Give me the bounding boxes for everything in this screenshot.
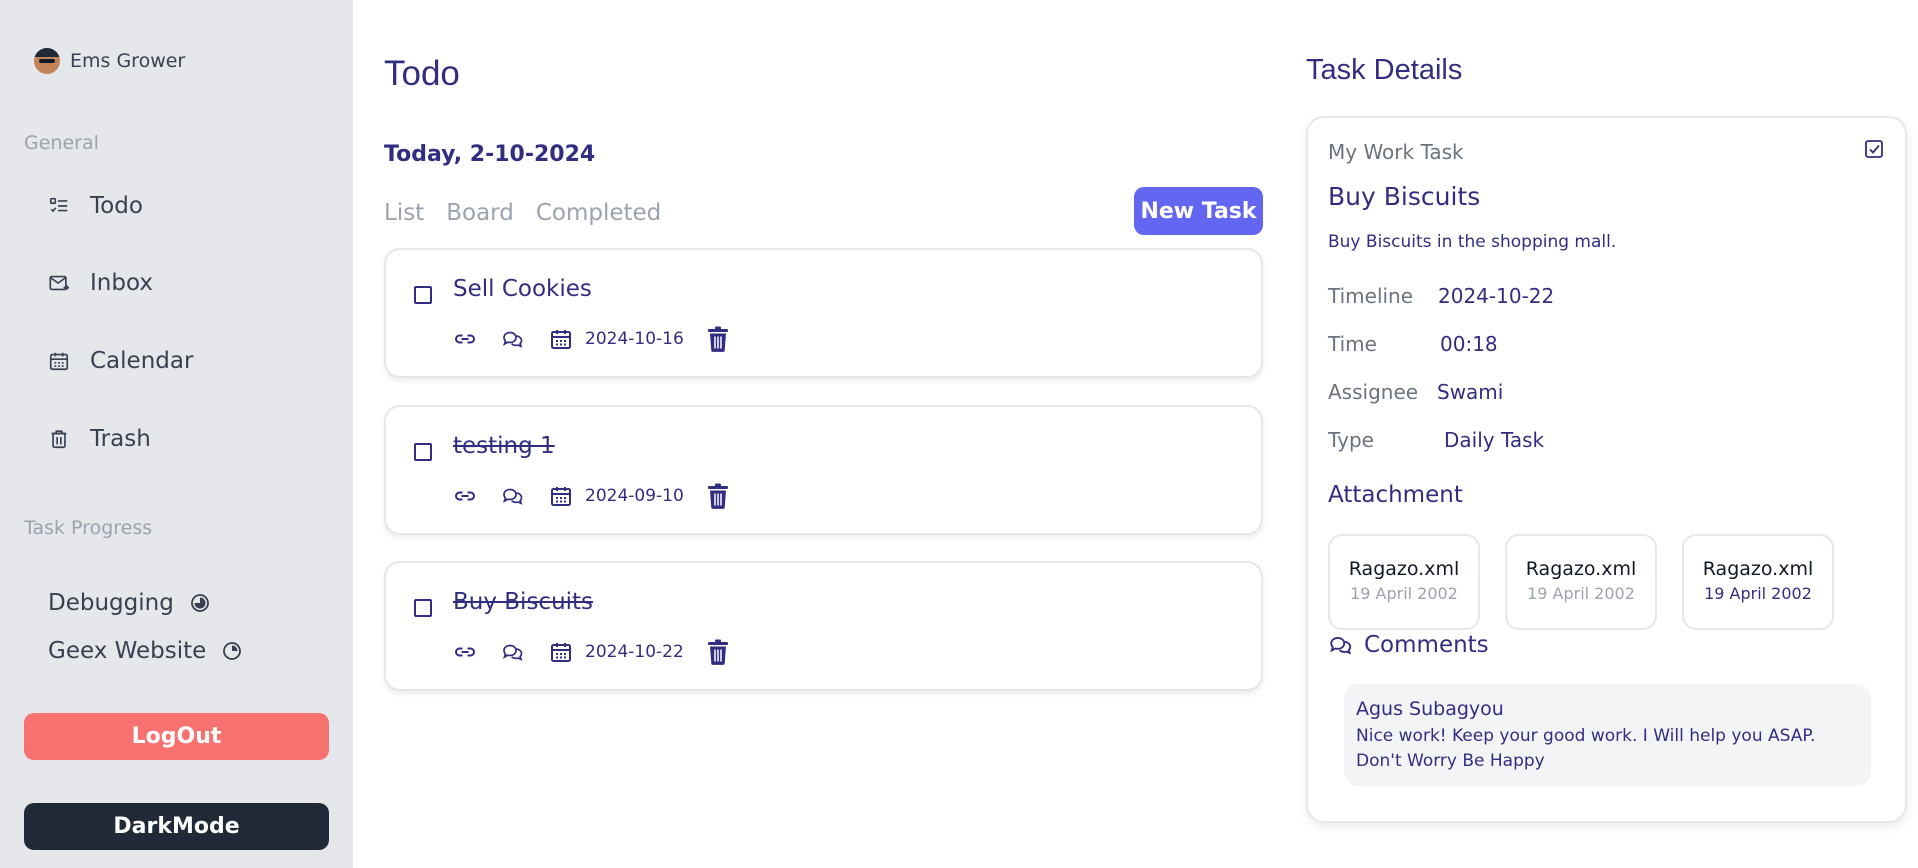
comment-item: Agus Subagyou Nice work! Keep your good … (1344, 684, 1871, 786)
calendar-icon (49, 352, 69, 371)
inbox-icon (49, 275, 70, 291)
comment-icon[interactable] (501, 327, 525, 351)
comments-heading: Comments (1328, 632, 1489, 658)
task-name: Buy Biscuits (1328, 182, 1481, 211)
sidebar-item-label: Todo (90, 193, 143, 219)
attachment-name: Ragazo.xml (1348, 558, 1460, 580)
trash-icon[interactable] (706, 483, 730, 509)
comment-icon[interactable] (501, 640, 525, 664)
detail-value: 00:18 (1440, 332, 1498, 356)
darkmode-button[interactable]: DarkMode (24, 803, 329, 850)
sidebar-item-trash[interactable]: Trash (48, 426, 151, 452)
detail-row-type: Type Daily Task (1328, 428, 1544, 452)
sidebar-item-label: Inbox (90, 270, 153, 296)
todo-list-icon (49, 197, 68, 213)
attachment-date: 19 April 2002 (1527, 584, 1635, 603)
task-date: 2024-09-10 (585, 486, 684, 506)
details-heading: Task Details (1306, 54, 1463, 86)
pie-progress-icon (190, 594, 209, 612)
progress-item-geex-website[interactable]: Geex Website (48, 638, 242, 664)
task-checkbox[interactable] (414, 286, 432, 304)
attachment-name: Ragazo.xml (1525, 558, 1637, 580)
task-date: 2024-10-16 (585, 329, 684, 349)
detail-key: Type (1328, 428, 1374, 452)
task-meta: 2024-10-16 (453, 326, 730, 352)
attachment-card[interactable]: Ragazo.xml 19 April 2002 (1682, 534, 1834, 630)
tab-list[interactable]: List (384, 200, 424, 226)
task-checkbox[interactable] (414, 599, 432, 617)
sidebar-item-label: Trash (90, 426, 151, 452)
detail-row-time: Time 00:18 (1328, 332, 1498, 356)
comment-author: Agus Subagyou (1356, 698, 1504, 720)
detail-value: Swami (1437, 380, 1504, 404)
progress-item-debugging[interactable]: Debugging (48, 590, 210, 616)
comment-icon[interactable] (501, 484, 525, 508)
sidebar-item-label: Calendar (90, 348, 194, 374)
trash-icon[interactable] (706, 326, 730, 352)
detail-value: Daily Task (1444, 428, 1545, 452)
detail-row-assignee: Assignee Swami (1328, 380, 1503, 404)
comment-text: Nice work! Keep your good work. I Will h… (1356, 726, 1816, 771)
task-title: testing 1 (453, 433, 555, 459)
detail-key: Time (1328, 332, 1377, 356)
task-title: Sell Cookies (453, 276, 592, 302)
detail-key: Timeline (1328, 284, 1414, 308)
user-profile[interactable]: Ems Grower (34, 48, 185, 74)
attachment-name: Ragazo.xml (1702, 558, 1814, 580)
page-title: Todo (384, 54, 460, 93)
logout-button[interactable]: LogOut (24, 713, 329, 760)
user-name: Ems Grower (70, 50, 186, 72)
link-icon[interactable] (453, 484, 477, 508)
detail-row-timeline: Timeline 2024-10-22 (1328, 284, 1554, 308)
detail-value: 2024-10-22 (1438, 284, 1555, 308)
sidebar-item-inbox[interactable]: Inbox (48, 270, 153, 296)
attachment-card[interactable]: Ragazo.xml 19 April 2002 (1328, 534, 1480, 630)
trash-icon (51, 430, 67, 449)
sidebar: Ems Grower General Todo Inbox Calendar T… (0, 0, 353, 868)
task-category: My Work Task (1328, 140, 1464, 164)
attachment-heading: Attachment (1328, 482, 1463, 508)
calendar-icon[interactable] (549, 484, 573, 508)
checkbox-checked-icon[interactable] (1863, 138, 1885, 160)
comment-icon (1330, 637, 1352, 655)
task-card[interactable]: Sell Cookies 2024-10-16 (384, 248, 1263, 378)
tab-completed[interactable]: Completed (536, 200, 661, 226)
sidebar-item-calendar[interactable]: Calendar (48, 348, 193, 374)
trash-icon[interactable] (706, 639, 730, 665)
task-date: 2024-10-22 (585, 642, 684, 662)
task-card[interactable]: testing 1 2024-09-10 (384, 405, 1263, 535)
task-checkbox[interactable] (414, 443, 432, 461)
sidebar-item-todo[interactable]: Todo (48, 193, 143, 219)
calendar-icon[interactable] (549, 327, 573, 351)
attachment-card[interactable]: Ragazo.xml 19 April 2002 (1505, 534, 1657, 630)
new-task-button[interactable]: New Task (1134, 187, 1263, 235)
task-description: Buy Biscuits in the shopping mall. (1328, 232, 1617, 252)
date-heading: Today, 2-10-2024 (384, 142, 596, 167)
task-title: Buy Biscuits (453, 589, 594, 615)
task-progress-section-title: Task Progress (24, 517, 153, 539)
progress-item-label: Debugging (48, 590, 174, 616)
link-icon[interactable] (453, 327, 477, 351)
task-meta: 2024-09-10 (453, 483, 730, 509)
general-section-title: General (24, 132, 99, 154)
comments-label: Comments (1364, 632, 1489, 658)
calendar-icon[interactable] (549, 640, 573, 664)
detail-key: Assignee (1328, 380, 1419, 404)
task-details-panel: My Work Task Buy Biscuits Buy Biscuits i… (1306, 116, 1907, 823)
task-meta: 2024-10-22 (453, 639, 730, 665)
attachment-date: 19 April 2002 (1704, 584, 1812, 603)
tab-board[interactable]: Board (446, 200, 514, 226)
task-card[interactable]: Buy Biscuits 2024-10-22 (384, 561, 1263, 691)
view-tabs: List Board Completed (384, 200, 661, 226)
avatar (34, 48, 60, 74)
pie-progress-icon (223, 642, 242, 660)
link-icon[interactable] (453, 640, 477, 664)
attachment-date: 19 April 2002 (1350, 584, 1458, 603)
progress-item-label: Geex Website (48, 638, 207, 664)
